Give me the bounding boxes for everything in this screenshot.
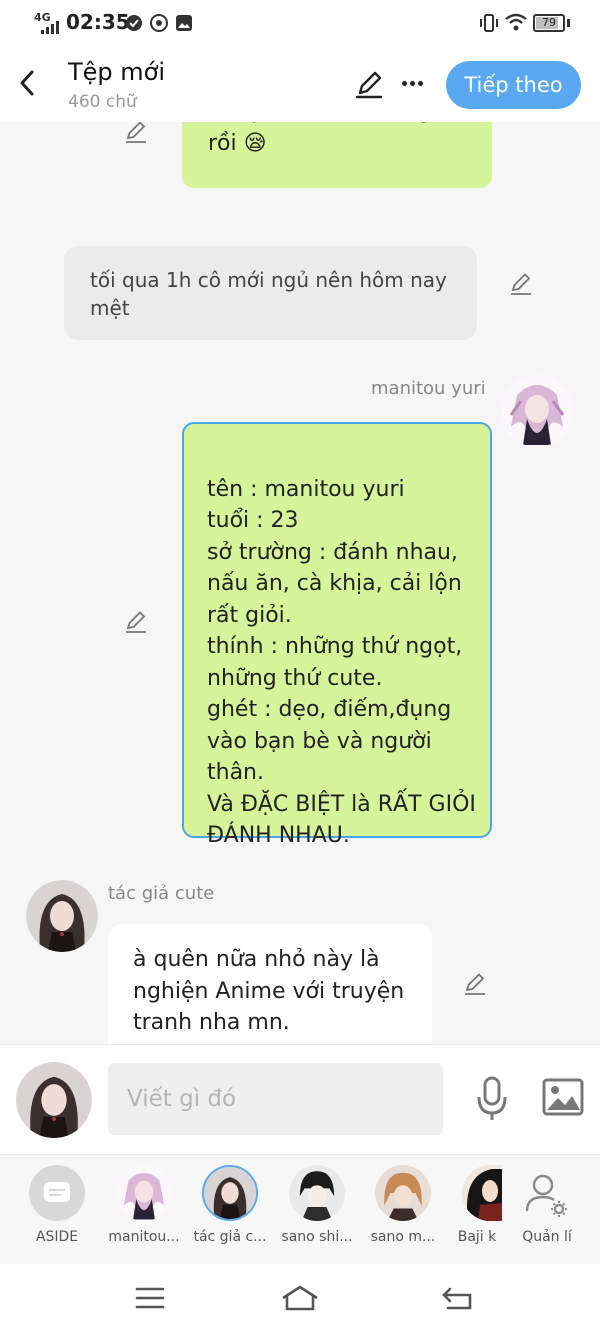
aside-icon [29, 1165, 85, 1221]
edit-message-icon[interactable] [462, 970, 488, 996]
avatar [375, 1165, 431, 1221]
microphone-icon[interactable] [474, 1075, 510, 1123]
check-circle-icon [126, 15, 142, 31]
character-label: sano shi... [281, 1229, 353, 1245]
clock: 02:35 [66, 10, 130, 34]
message-text: tối qua lại thức khuya rồi 😪 [208, 122, 447, 156]
header: Tệp mới 460 chữ Tiếp theo [0, 46, 600, 122]
chat-area[interactable]: tối qua lại thức khuya rồi 😪 tối qua 1h … [0, 122, 600, 1044]
edit-message-icon[interactable] [123, 608, 149, 634]
message-text: tên : manitou yuri tuổi : 23 sở trường :… [207, 476, 476, 849]
back-arrow-icon[interactable] [14, 68, 40, 98]
battery-level: 79 [542, 16, 556, 29]
avatar [202, 1165, 258, 1221]
more-options-icon[interactable] [400, 80, 426, 88]
vibrate-icon [480, 14, 498, 32]
next-button[interactable]: Tiếp theo [446, 61, 581, 109]
message-bubble[interactable]: à quên nữa nhỏ này là nghiện Anime với t… [108, 924, 432, 1044]
back-icon[interactable] [440, 1284, 474, 1312]
message-text: à quên nữa nhỏ này là nghiện Anime với t… [133, 947, 405, 1035]
word-count: 460 chữ [68, 92, 137, 112]
page-title: Tệp mới [68, 58, 166, 86]
aside-bubble[interactable]: tối qua 1h cô mới ngủ nên hôm nay mệt [64, 246, 477, 340]
avatar [462, 1165, 502, 1221]
image-icon[interactable] [542, 1078, 584, 1116]
edit-message-icon[interactable] [123, 122, 149, 144]
battery-icon: 79 [533, 14, 565, 32]
character-aside[interactable]: ASIDE [12, 1165, 102, 1245]
message-input[interactable]: Viết gì đó [108, 1063, 443, 1135]
edit-pencil-icon[interactable] [353, 68, 385, 100]
avatar-tac-gia-cute[interactable] [26, 880, 98, 952]
home-icon[interactable] [280, 1284, 320, 1312]
current-character-avatar[interactable] [16, 1062, 92, 1138]
signal-icon [41, 21, 59, 34]
character-manitou[interactable]: manitou... [99, 1165, 189, 1245]
character-label: manitou... [108, 1229, 180, 1245]
character-bar: ASIDE manitou... tác giả c... sano shi..… [0, 1154, 600, 1264]
compose-bar: Viết gì đó [0, 1044, 600, 1154]
character-label: tác giả c... [193, 1229, 267, 1245]
sender-name: manitou yuri [371, 378, 486, 399]
gallery-icon [176, 15, 192, 31]
avatar [116, 1165, 172, 1221]
status-bar: 4G 02:35 79 [0, 0, 600, 46]
menu-icon[interactable] [134, 1286, 166, 1310]
manage-characters-button[interactable]: Quản lí [502, 1165, 592, 1245]
character-sano-shi[interactable]: sano shi... [272, 1165, 362, 1245]
chrome-icon [150, 14, 168, 32]
avatar [289, 1165, 345, 1221]
message-bubble[interactable]: tên : manitou yuri tuổi : 23 sở trường :… [182, 422, 492, 848]
edit-message-icon[interactable] [508, 270, 534, 296]
person-settings-icon [525, 1174, 567, 1217]
character-label: ASIDE [35, 1229, 79, 1245]
aside-text: tối qua 1h cô mới ngủ nên hôm nay mệt [90, 268, 447, 320]
avatar-manitou-yuri[interactable] [501, 375, 573, 447]
message-bubble[interactable]: tối qua lại thức khuya rồi 😪 [182, 122, 492, 188]
sender-name: tác giả cute [108, 883, 215, 904]
character-tac-gia[interactable]: tác giả c... [185, 1165, 275, 1245]
system-nav-bar [0, 1264, 600, 1333]
character-label: Quản lí [522, 1229, 572, 1245]
wifi-icon [505, 13, 527, 31]
